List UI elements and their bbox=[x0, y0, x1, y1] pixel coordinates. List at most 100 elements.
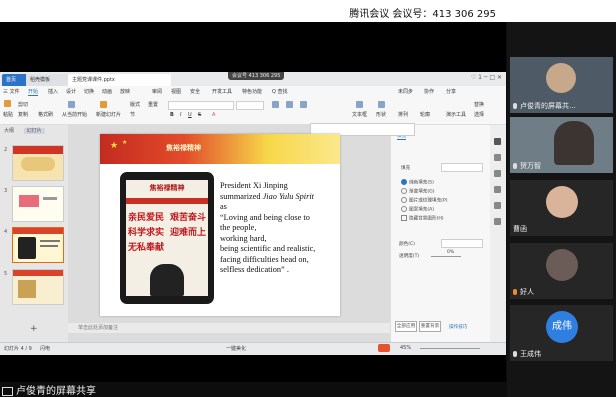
arrange-button[interactable]: 排列 bbox=[398, 111, 408, 118]
font-color-button[interactable]: A bbox=[212, 112, 215, 118]
zoom-slider[interactable] bbox=[420, 348, 480, 349]
window-controls[interactable]: ♡ 1 ─ □ ✕ bbox=[471, 74, 502, 81]
font-size-select[interactable] bbox=[236, 101, 264, 110]
reset-background-button[interactable]: 重置背景 bbox=[419, 321, 441, 332]
menu-bar: 三 文件 开始 插入 设计 切换 动画 放映 审阅 视图 安全 开发工具 特色功… bbox=[0, 86, 506, 97]
section-button[interactable]: 节 bbox=[130, 111, 135, 118]
apply-all-button[interactable]: 全部应用 bbox=[395, 321, 417, 332]
option-solid-fill[interactable]: 纯色填充(S) bbox=[401, 179, 434, 186]
beautify-button[interactable]: 一键美化 bbox=[226, 345, 246, 352]
text-line: “Loving and being close to bbox=[220, 212, 310, 222]
menu-insert[interactable]: 插入 bbox=[48, 88, 58, 95]
side-toolbar bbox=[490, 125, 506, 342]
option-hide-background[interactable]: 隐藏背景图形(H) bbox=[401, 215, 444, 222]
backup-icon[interactable] bbox=[494, 211, 501, 230]
wps-title-bar: 首页 稻壳模板 主题党课课件.pptx 会议号 413 306 295 ♡ 1 … bbox=[0, 72, 506, 86]
outline-button[interactable]: 轮廓 bbox=[420, 111, 430, 118]
list-icon[interactable] bbox=[272, 101, 279, 108]
bold-button[interactable]: B bbox=[170, 112, 174, 118]
option-gradient-fill[interactable]: 渐变填充(G) bbox=[401, 188, 435, 195]
shape-button[interactable]: 形状 bbox=[376, 111, 386, 118]
replace-button[interactable]: 替换 bbox=[474, 101, 484, 108]
menu-slideshow[interactable]: 放映 bbox=[120, 88, 130, 95]
demo-tools-button[interactable]: 演示工具 bbox=[446, 111, 466, 118]
transparency-slider[interactable] bbox=[431, 256, 461, 257]
participant-tile[interactable]: 成伟 王成伟 bbox=[510, 305, 613, 361]
color-select[interactable] bbox=[441, 239, 483, 248]
menu-file[interactable]: 三 文件 bbox=[3, 88, 20, 95]
text-box-button[interactable]: 文本框 bbox=[352, 111, 367, 118]
menu-design[interactable]: 设计 bbox=[66, 88, 76, 95]
mic-icon bbox=[513, 289, 517, 295]
menu-view[interactable]: 视图 bbox=[171, 88, 181, 95]
strikethrough-button[interactable]: S bbox=[198, 112, 201, 118]
portrait-silhouette bbox=[150, 264, 184, 296]
status-unsynced[interactable]: 未同步 bbox=[398, 88, 413, 95]
new-slide-button[interactable]: 新建幻灯片 bbox=[96, 111, 121, 118]
tab-slides[interactable]: 幻灯片 bbox=[23, 128, 45, 134]
menu-transition[interactable]: 切换 bbox=[84, 88, 94, 95]
participant-tile[interactable]: 卢俊青的屏幕共... bbox=[510, 57, 613, 113]
slide-thumbnail-selected[interactable] bbox=[12, 227, 64, 263]
notes-bar[interactable]: 单击此处添加备注 bbox=[68, 323, 390, 333]
slide-thumbnail[interactable] bbox=[12, 269, 64, 305]
participant-tile[interactable]: 好人 bbox=[510, 243, 613, 299]
paint-icon bbox=[494, 154, 501, 161]
italic-button[interactable]: I bbox=[180, 112, 181, 118]
play-icon[interactable] bbox=[68, 101, 75, 108]
reset-button[interactable]: 重置 bbox=[148, 101, 158, 108]
slide-thumbnail[interactable] bbox=[12, 145, 64, 181]
tips-link[interactable]: 操作技巧 bbox=[449, 324, 467, 330]
theme-name: 闪电 bbox=[40, 346, 51, 352]
text-line: summarized Jiao Yulu Spirit bbox=[220, 191, 314, 201]
add-slide-button[interactable]: + bbox=[30, 324, 38, 334]
numbered-list-icon[interactable] bbox=[286, 101, 293, 108]
tab-outline[interactable]: 大纲 bbox=[4, 128, 14, 134]
from-current-button[interactable]: 从当前开始 bbox=[62, 111, 87, 118]
layout-button[interactable]: 版式 bbox=[130, 101, 140, 108]
select-button[interactable]: 选择 bbox=[474, 111, 484, 118]
underline-button[interactable]: U bbox=[188, 112, 192, 118]
paste-button[interactable] bbox=[4, 100, 11, 107]
radio-icon bbox=[401, 188, 407, 194]
menu-review[interactable]: 审阅 bbox=[152, 88, 162, 95]
new-slide-icon[interactable] bbox=[100, 101, 107, 108]
menu-dev-tools[interactable]: 开发工具 bbox=[212, 88, 232, 95]
format-painter-button[interactable]: 格式刷 bbox=[38, 111, 53, 118]
participant-name: 卢俊青的屏幕共... bbox=[513, 101, 576, 111]
menu-search[interactable]: Q 查找 bbox=[272, 88, 288, 95]
play-slideshow-button[interactable] bbox=[378, 344, 390, 352]
t-icon bbox=[494, 202, 501, 209]
participant-name: 贺万智 bbox=[513, 161, 541, 171]
menu-security[interactable]: 安全 bbox=[190, 88, 200, 95]
option-pattern-fill[interactable]: 图案填充(A) bbox=[401, 206, 434, 213]
font-name-select[interactable] bbox=[168, 101, 234, 110]
slide-thumbnail[interactable] bbox=[12, 186, 64, 222]
meeting-title: 腾讯会议 会议号：413 306 295 bbox=[349, 9, 496, 20]
cut-button[interactable]: 剪切 bbox=[18, 101, 28, 108]
slide-canvas[interactable]: ★ ★ 焦裕禄精神 焦裕禄精神 亲民爱民 艰苦奋斗 科学求实 迎难而上 无私奉献… bbox=[100, 134, 340, 316]
menu-home[interactable]: 开始 bbox=[28, 88, 39, 96]
screen-share-label: 卢俊青的屏幕共享 bbox=[2, 382, 96, 397]
share-button[interactable]: 分享 bbox=[446, 88, 456, 95]
color-label: 颜色(C) bbox=[399, 242, 415, 247]
fill-type-select[interactable] bbox=[441, 163, 483, 172]
collab-button[interactable]: 协作 bbox=[424, 88, 434, 95]
menu-special[interactable]: 特色功能 bbox=[242, 88, 262, 95]
motto-text: 无私奉献 bbox=[128, 243, 165, 253]
participant-tile[interactable]: 贺万智 bbox=[510, 117, 613, 173]
menu-animation[interactable]: 动画 bbox=[102, 88, 112, 95]
paste-icon bbox=[4, 100, 11, 107]
option-picture-fill[interactable]: 图片或纹理填充(P) bbox=[401, 197, 448, 204]
copy-button[interactable]: 复制 bbox=[18, 111, 28, 118]
participant-tile[interactable]: 曹函 bbox=[510, 180, 613, 236]
indent-icon[interactable] bbox=[300, 101, 307, 108]
slide-header-banner: ★ ★ 焦裕禄精神 bbox=[100, 134, 340, 164]
shape-icon[interactable] bbox=[378, 101, 385, 108]
tab-document[interactable]: 主题党课课件.pptx bbox=[68, 74, 171, 86]
text-box-icon[interactable] bbox=[356, 101, 363, 108]
tab-daoke-templates[interactable]: 稻壳模板 bbox=[26, 74, 74, 86]
text-line: the people, bbox=[220, 223, 257, 232]
slide-body-text[interactable]: President Xi Jinping summarized Jiao Yul… bbox=[220, 181, 338, 276]
slideshow-icon bbox=[68, 101, 75, 108]
